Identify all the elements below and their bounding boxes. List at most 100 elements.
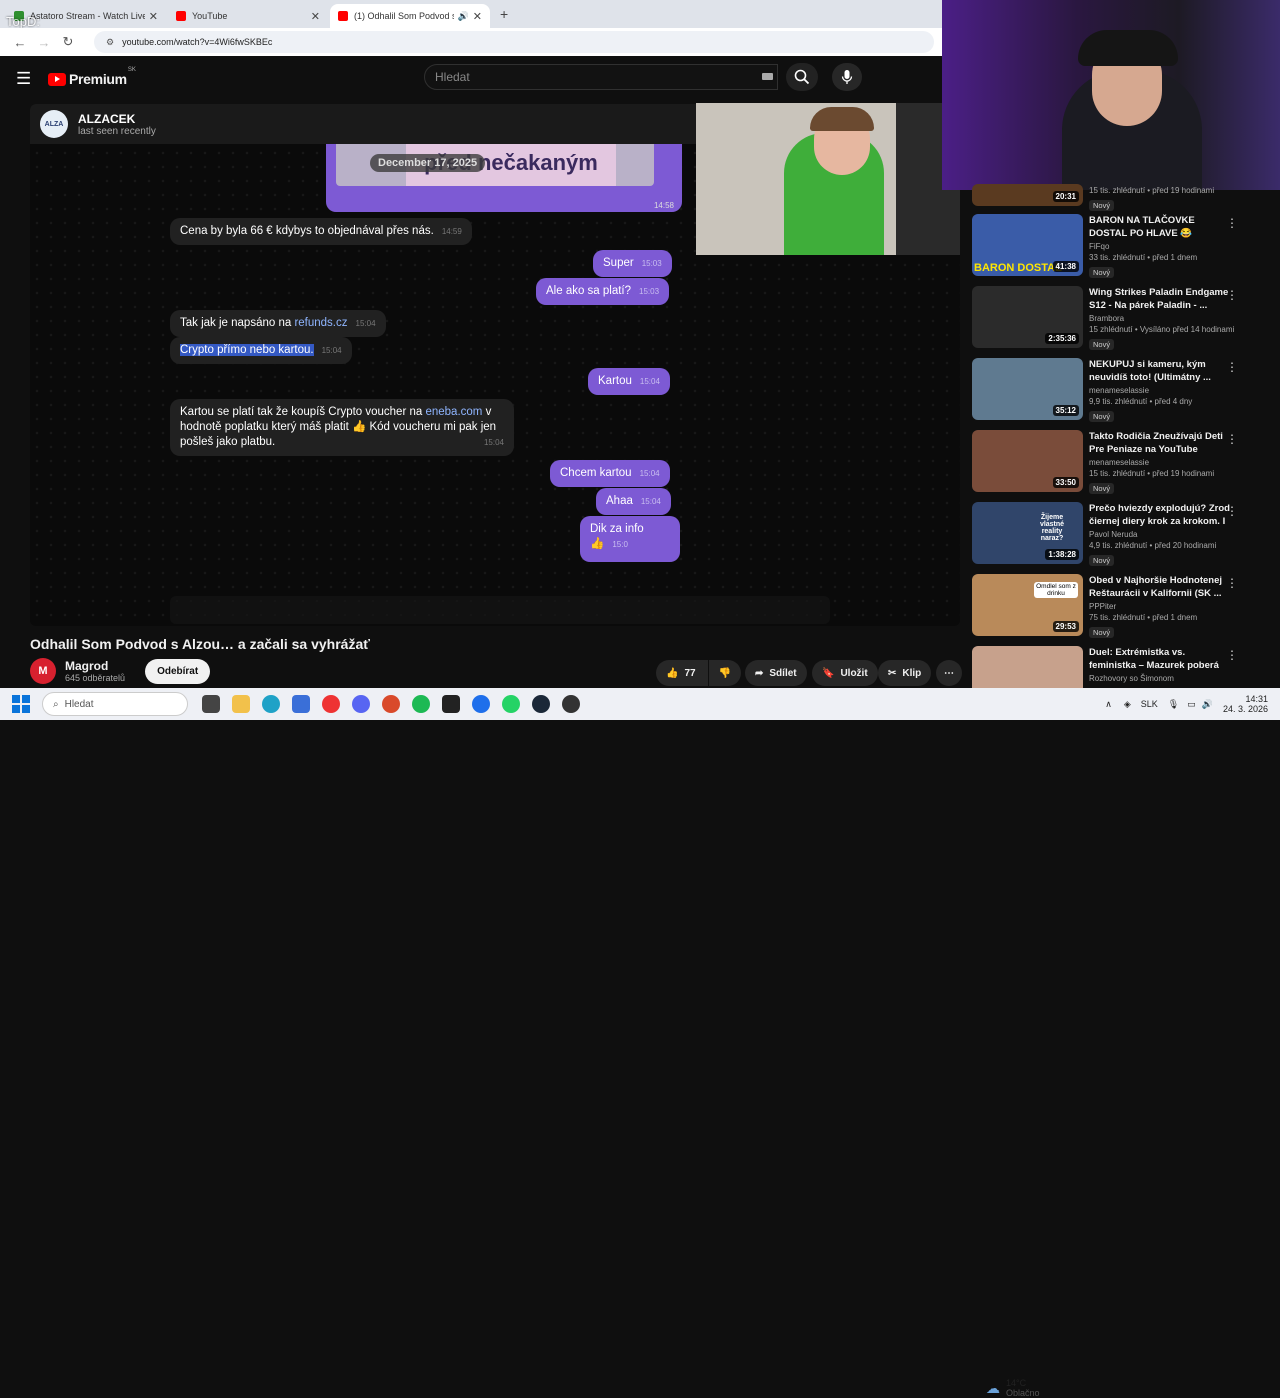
chat-link[interactable]: eneba.com [425,406,482,418]
brave-icon[interactable] [382,695,400,713]
youtube-logo[interactable]: Premium SK [48,67,136,87]
task-view-icon[interactable] [202,695,220,713]
site-info-icon[interactable]: ⚙ [106,37,114,48]
search-input[interactable]: Hledat [424,64,778,90]
volume-icon[interactable]: 🔊 [1202,699,1213,710]
close-icon[interactable]: ✕ [311,10,320,23]
weather-widget[interactable]: ☁ 14°C Oblačno [986,1378,1040,1398]
video-thumbnail[interactable]: 33:50 [972,430,1083,492]
thumbs-down-icon: 👎 [718,667,732,679]
address-bar-row: ← → ↻ ⚙ youtube.com/watch?v=4Wi6fwSKBEc [0,28,942,56]
menu-icon[interactable]: ☰ [16,69,36,89]
video-thumbnail[interactable]: BARON DOSTAL 41:38 [972,214,1083,276]
channel-name[interactable]: Magrod [65,659,125,673]
webcam-overlay [696,103,960,255]
browser-tab-strip: Astatoro Stream - Watch Live o ✕ YouTube ✕… [0,0,942,28]
contact-status: last seen recently [78,125,156,137]
date-chip: December 17, 2025 [370,154,486,172]
speaker-icon[interactable]: 🔊 [458,11,469,22]
chat-header: ALZA ALZACEK last seen recently [30,104,710,144]
chevron-up-icon[interactable]: ∧ [1105,699,1112,710]
voice-search-button[interactable] [832,63,862,91]
tray-app-icon[interactable]: ◈ [1124,699,1131,710]
share-button[interactable]: ➦ Sdílet [745,660,807,686]
more-actions-button[interactable]: ⋯ [936,660,962,686]
back-icon[interactable]: ← [8,35,32,50]
search-button[interactable] [786,63,818,91]
reload-icon[interactable]: ↻ [56,34,80,50]
close-icon[interactable]: ✕ [149,10,158,23]
steam-icon[interactable] [532,695,550,713]
clip-button[interactable]: ✂ Klip [878,660,932,686]
chat-link[interactable]: refunds.cz [294,317,347,329]
url-text: youtube.com/watch?v=4Wi6fwSKBEc [122,37,273,47]
app-icon[interactable] [472,695,490,713]
video-thumbnail[interactable]: 20:31 [972,184,1083,206]
spotify-icon[interactable] [412,695,430,713]
close-icon[interactable]: ✕ [473,10,482,23]
whatsapp-icon[interactable] [502,695,520,713]
chat-message-selected: Crypto přímo nebo kartou. 15:04 [170,337,352,364]
app-icon[interactable] [442,695,460,713]
taskbar-search[interactable]: ⌕ Hledat [42,692,188,716]
more-options-icon[interactable]: ⋮ [1226,360,1238,374]
more-options-icon[interactable]: ⋮ [1226,288,1238,302]
dislike-button[interactable]: 👎 [709,660,741,686]
url-field[interactable]: ⚙ youtube.com/watch?v=4Wi6fwSKBEc [94,31,934,53]
channel-avatar[interactable]: M [30,658,56,684]
discord-icon[interactable] [352,695,370,713]
keyboard-icon[interactable] [762,73,773,80]
video-thumbnail[interactable] [972,646,1083,688]
chat-message: Tak jak je napsáno na refunds.cz 15:04 [170,310,386,337]
overlay-watermark: TopD: [6,14,40,29]
chat-message-outgoing: Dik za info 👍 15:0 [580,516,680,562]
edge-icon[interactable] [262,695,280,713]
thumbs-up-icon: 👍 [590,538,605,550]
chat-message-outgoing: Super 15:03 [593,250,672,277]
youtube-icon [338,11,348,21]
subscriber-count: 645 odběratelů [65,673,126,683]
more-options-icon[interactable]: ⋮ [1226,432,1238,446]
clock[interactable]: 14:31 24. 3. 2026 [1223,694,1268,714]
more-options-icon[interactable]: ⋮ [1226,648,1238,662]
file-explorer-icon[interactable] [232,695,250,713]
like-button[interactable]: 👍 77 [656,660,708,686]
new-tab-button[interactable]: + [500,6,508,22]
recommendation-card[interactable]: Omdlel som z drinku 29:53 Obed v Najhorši… [972,574,1252,640]
more-options-icon[interactable]: ⋮ [1226,216,1238,230]
channel-row: M Magrod 645 odběratelů Odebírat [30,658,211,684]
language-indicator[interactable]: SLK [1141,699,1158,709]
windows-start-icon[interactable] [12,695,30,713]
recommendation-card[interactable]: BARON DOSTAL 41:38 BARON NA TLAČOVKE DOST… [972,214,1252,280]
scissors-icon: ✂ [888,667,897,679]
recommendation-card[interactable]: Duel: Extrémistka vs. feministka – Mazur… [972,646,1252,688]
video-thumbnail[interactable]: Omdlel som z drinku 29:53 [972,574,1083,636]
chat-message: Kartou se platí tak že koupíš Crypto vou… [170,399,514,456]
youtube-play-icon [48,72,66,86]
streamer-webcam [942,0,1280,190]
recommendation-card[interactable]: Žijeme vlastné reality naraz? 1:38:28 Pre… [972,502,1252,568]
more-options-icon[interactable]: ⋮ [1226,576,1238,590]
video-thumbnail[interactable]: 2:35:36 [972,286,1083,348]
taskbar: ⌕ Hledat ☁ 14°C Oblačno ∧ ◈ SLK 🎙 ▭ 🔊 14:3… [0,688,1280,1398]
recommendation-card[interactable]: 33:50 Takto Rodičia Zneužívajú Deti Pre … [972,430,1252,496]
system-tray: ∧ ◈ SLK 🎙 ▭ 🔊 14:31 24. 3. 2026 [1105,688,1268,720]
subscribe-button[interactable]: Odebírat [145,658,211,684]
chrome-icon[interactable] [322,695,340,713]
browser-tab-active[interactable]: (1) Odhalil Som Podvod s A 🔊 ✕ [330,4,490,28]
browser-tab[interactable]: YouTube ✕ [168,4,328,28]
forward-icon[interactable]: → [32,35,56,50]
app-icon[interactable] [292,695,310,713]
video-thumbnail[interactable]: 35:12 [972,358,1083,420]
youtube-icon [176,11,186,21]
contact-avatar: ALZA [40,110,68,138]
share-icon: ➦ [755,667,764,679]
more-options-icon[interactable]: ⋮ [1226,504,1238,518]
obs-icon[interactable] [562,695,580,713]
video-thumbnail[interactable]: Žijeme vlastné reality naraz? 1:38:28 [972,502,1083,564]
microphone-icon[interactable]: 🎙 [1168,699,1179,710]
recommendation-card[interactable]: 2:35:36 Wing Strikes Paladin Endgame S12… [972,286,1252,352]
network-icon[interactable]: ▭ [1187,699,1196,710]
save-button[interactable]: 🔖 Uložit [812,660,878,686]
recommendation-card[interactable]: 35:12 NEKUPUJ si kameru, kým neuvidíš to… [972,358,1252,424]
